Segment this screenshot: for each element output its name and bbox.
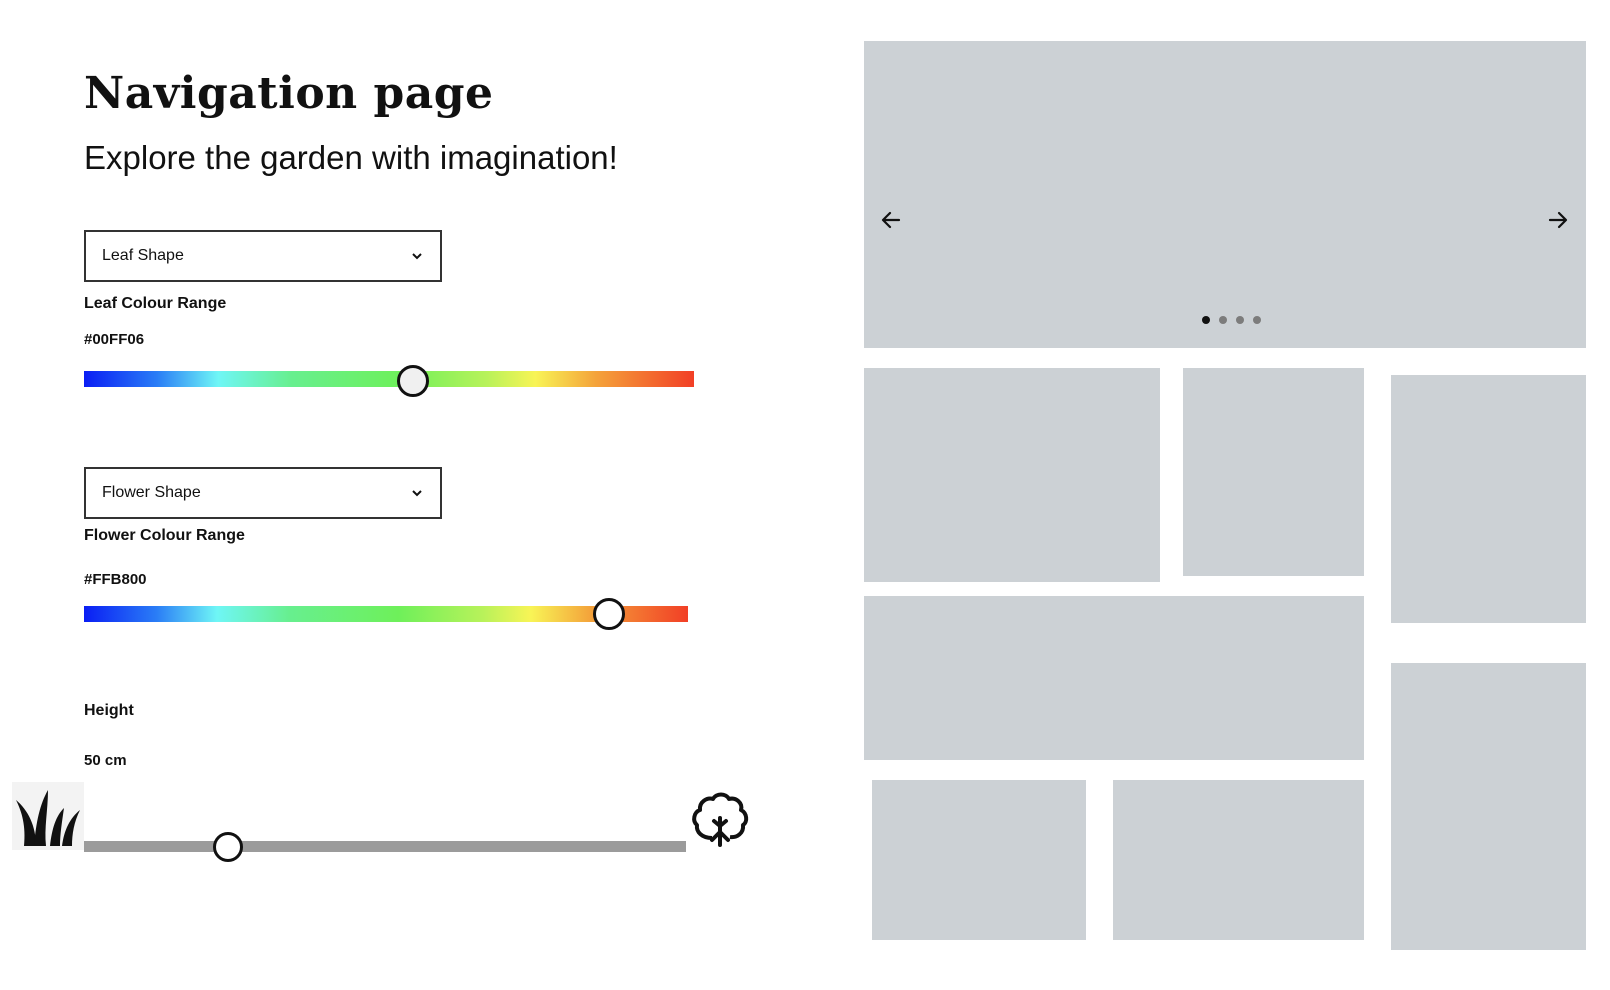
- image-placeholder[interactable]: [864, 596, 1364, 760]
- leaf-colour-slider-thumb[interactable]: [397, 365, 430, 397]
- carousel-dot[interactable]: [1253, 316, 1261, 324]
- flower-colour-range-label: Flower Colour Range: [84, 527, 245, 544]
- carousel-dot[interactable]: [1202, 316, 1210, 324]
- arrow-right-icon[interactable]: [1546, 208, 1570, 232]
- height-value: 50 cm: [84, 752, 127, 769]
- image-placeholder[interactable]: [1113, 780, 1364, 940]
- image-placeholder[interactable]: [1391, 663, 1586, 950]
- height-slider-thumb[interactable]: [213, 832, 244, 862]
- height-slider-track[interactable]: [84, 841, 686, 852]
- flower-colour-slider-thumb[interactable]: [593, 598, 626, 630]
- carousel-pagination: [1202, 316, 1261, 324]
- leaf-colour-slider-track[interactable]: [84, 371, 694, 387]
- page-title: Navigation page: [84, 68, 494, 119]
- flower-shape-select[interactable]: Flower Shape: [84, 467, 442, 519]
- flower-shape-select-label: Flower Shape: [102, 484, 201, 501]
- image-placeholder[interactable]: [864, 368, 1160, 582]
- image-placeholder[interactable]: [1391, 375, 1586, 623]
- chevron-down-icon: [412, 253, 422, 260]
- leaf-shape-select[interactable]: Leaf Shape: [84, 230, 442, 282]
- leaf-colour-value: #00FF06: [84, 331, 145, 348]
- flower-colour-value: #FFB800: [84, 571, 147, 588]
- tree-icon: [692, 792, 749, 847]
- carousel-dot[interactable]: [1236, 316, 1244, 324]
- image-placeholder[interactable]: [872, 780, 1086, 940]
- leaf-shape-select-label: Leaf Shape: [102, 247, 184, 264]
- carousel: [864, 41, 1586, 348]
- page-subtitle: Explore the garden with imagination!: [84, 139, 618, 176]
- arrow-left-icon[interactable]: [879, 208, 903, 232]
- height-label: Height: [84, 702, 134, 719]
- grass-icon: [12, 782, 84, 850]
- image-placeholder[interactable]: [1183, 368, 1364, 576]
- chevron-down-icon: [412, 490, 422, 497]
- carousel-dot[interactable]: [1219, 316, 1227, 324]
- leaf-colour-range-label: Leaf Colour Range: [84, 295, 227, 312]
